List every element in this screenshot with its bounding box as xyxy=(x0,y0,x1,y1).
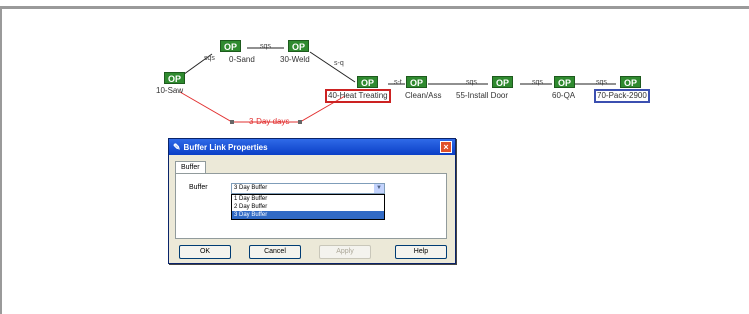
seq-tag: sqs xyxy=(532,79,543,86)
op-node-sand[interactable]: OP xyxy=(220,40,242,52)
buffer-option-selected[interactable]: 3 Day Buffer xyxy=(232,211,384,219)
buffer-option[interactable]: 2 Day Buffer xyxy=(232,203,384,211)
buffer-select[interactable]: 3 Day Buffer ▼ xyxy=(231,183,385,194)
cancel-button[interactable]: Cancel xyxy=(249,245,301,259)
seq-tag: sqs xyxy=(596,79,607,86)
buffer-options-list: 1 Day Buffer 2 Day Buffer 3 Day Buffer xyxy=(231,194,385,220)
ok-button[interactable]: OK xyxy=(179,245,231,259)
buffer-select-value: 3 Day Buffer xyxy=(234,185,268,191)
seq-tag: sqs xyxy=(466,79,477,86)
buffer-option[interactable]: 1 Day Buffer xyxy=(232,195,384,203)
step-label-heat[interactable]: 40-Heat Treating xyxy=(325,89,391,103)
dialog-titlebar[interactable]: ✎ Buffer Link Properties xyxy=(169,139,455,155)
step-label-weld: 30-Weld xyxy=(280,55,310,64)
step-label-pack[interactable]: 70-Pack-2900 xyxy=(594,89,650,103)
seq-tag: sqs xyxy=(204,55,215,62)
pencil-icon: ✎ xyxy=(173,141,181,152)
apply-button[interactable]: Apply xyxy=(319,245,371,259)
buffer-handle-start[interactable] xyxy=(230,120,234,124)
op-node-install[interactable]: OP xyxy=(492,76,514,88)
op-node-heat[interactable]: OP xyxy=(357,76,379,88)
buffer-handle-end[interactable] xyxy=(298,120,302,124)
seq-tag: s-q xyxy=(334,60,344,67)
connector-weld-heat xyxy=(309,51,356,83)
op-node-saw[interactable]: OP xyxy=(164,72,186,84)
op-node-pack[interactable]: OP xyxy=(620,76,642,88)
op-node-qa[interactable]: OP xyxy=(554,76,576,88)
step-label-sand: 0-Sand xyxy=(229,55,255,64)
step-label-clean: Clean/Ass xyxy=(405,91,442,100)
buffer-link-properties-dialog: ✎ Buffer Link Properties × Buffer Buffer… xyxy=(168,138,456,264)
buffer-field-label: Buffer xyxy=(189,184,208,191)
step-label-qa: 60-QA xyxy=(552,91,576,100)
buffer-link-label: 3-Day days xyxy=(249,117,290,126)
chevron-down-icon[interactable]: ▼ xyxy=(374,184,384,193)
help-button[interactable]: Help xyxy=(395,245,447,259)
step-label-saw: 10-Saw xyxy=(156,86,184,95)
op-node-weld[interactable]: OP xyxy=(288,40,310,52)
op-node-clean[interactable]: OP xyxy=(406,76,428,88)
seq-tag: s-t xyxy=(394,79,402,86)
dialog-title: Buffer Link Properties xyxy=(183,142,268,152)
step-label-install: 55-Install Door xyxy=(456,91,509,100)
seq-tag: sqs xyxy=(260,43,271,50)
close-button[interactable]: × xyxy=(440,141,452,153)
